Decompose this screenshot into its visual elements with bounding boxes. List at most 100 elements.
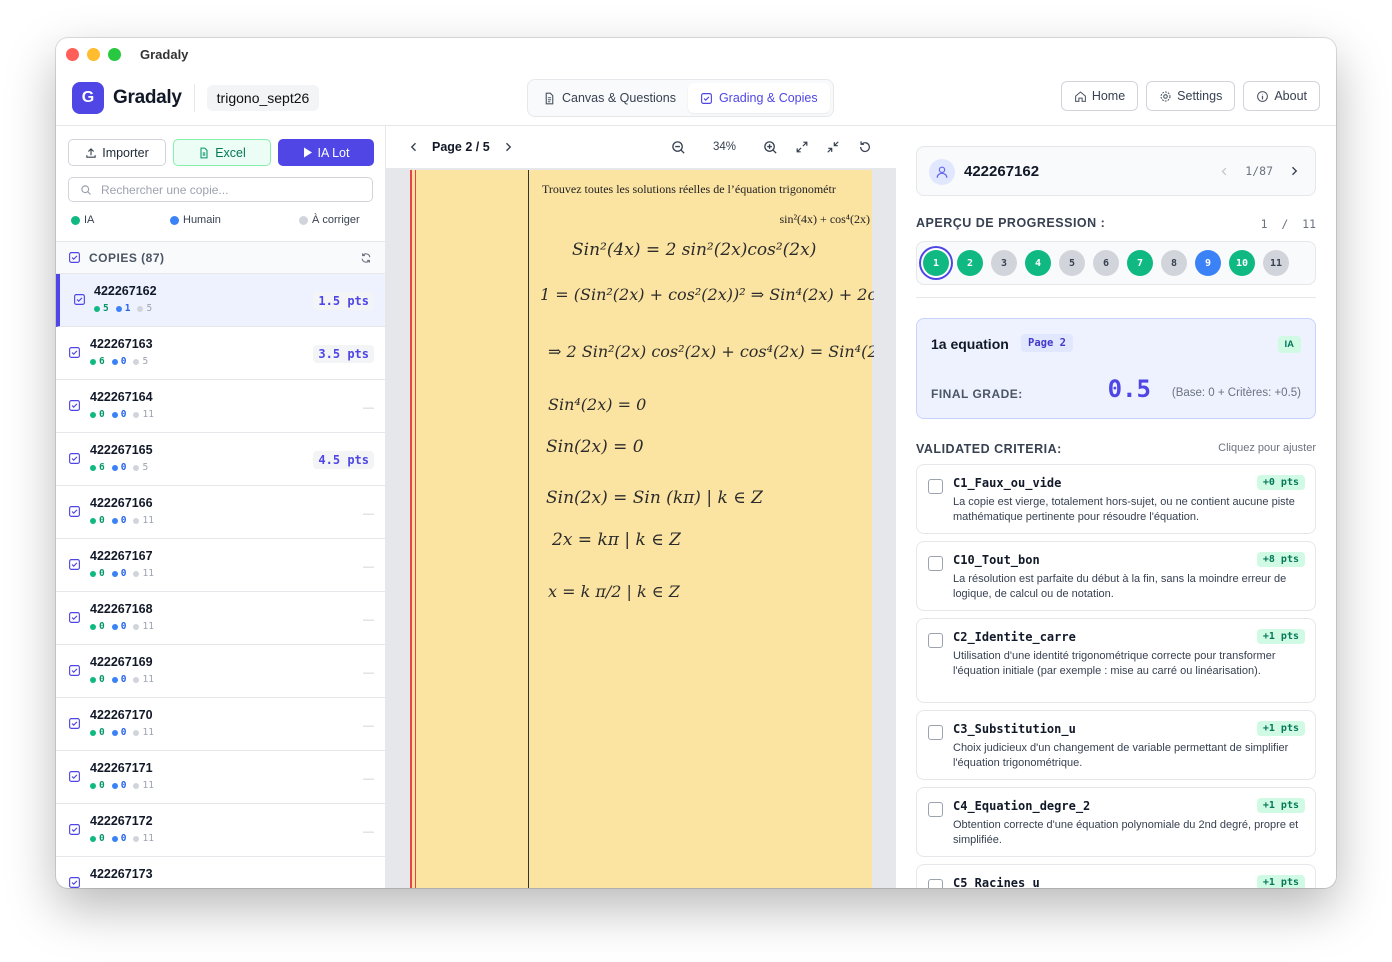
ia-count-dot-icon xyxy=(90,676,96,683)
maximize-window-button[interactable] xyxy=(108,47,121,61)
criterion-checkbox[interactable] xyxy=(928,879,943,888)
ia-lot-button[interactable]: IA Lot xyxy=(278,139,374,166)
tab-canvas-questions[interactable]: Canvas & Questions xyxy=(531,83,688,113)
question-circle[interactable]: 11 xyxy=(1263,250,1289,276)
human-count: 0 xyxy=(120,780,127,791)
zoom-out-icon[interactable] xyxy=(671,140,686,155)
copy-row[interactable]: 422267165 6 0 5 4.5 pts xyxy=(56,433,385,486)
copy-row[interactable]: 422267162 5 1 5 1.5 pts xyxy=(56,274,385,327)
criterion-description: Obtention correcte d'une équation polyno… xyxy=(953,819,1299,846)
scanned-copy-page: Trouvez toutes les solutions réelles de … xyxy=(410,170,874,888)
criterion-checkbox[interactable] xyxy=(928,725,943,740)
question-circle[interactable]: 8 xyxy=(1161,250,1187,276)
question-circle[interactable]: 10 xyxy=(1229,250,1255,276)
settings-button[interactable]: Settings xyxy=(1146,81,1236,111)
copy-row[interactable]: 422267166 0 0 11 — xyxy=(56,486,385,539)
tab-grading-copies-label: Grading & Copies xyxy=(718,91,818,105)
question-circle[interactable]: 3 xyxy=(991,250,1017,276)
criterion-description: Utilisation d'une identité trigonométriq… xyxy=(953,650,1276,677)
close-window-button[interactable] xyxy=(66,47,79,61)
copy-score-empty: — xyxy=(363,402,374,414)
criterion-checkbox[interactable] xyxy=(928,479,943,494)
question-circle[interactable]: 2 xyxy=(957,250,983,276)
criterion-card[interactable]: C1_Faux_ou_vide +0 pts La copie est vierge… xyxy=(916,464,1316,534)
margin-line xyxy=(415,170,416,888)
question-circle[interactable]: 6 xyxy=(1093,250,1119,276)
criterion-points: +1 pts xyxy=(1256,798,1305,813)
criterion-points: +1 pts xyxy=(1256,721,1305,736)
human-count-dot-icon xyxy=(115,305,122,312)
copy-row[interactable]: 422267167 0 0 11 — xyxy=(56,539,385,592)
zoom-in-icon[interactable] xyxy=(763,140,778,155)
criterion-card[interactable]: C5_Racines_u +1 pts xyxy=(916,864,1316,888)
project-name[interactable]: trigono_sept26 xyxy=(206,84,320,111)
criterion-checkbox[interactable] xyxy=(928,633,943,648)
expand-icon[interactable] xyxy=(795,140,809,154)
human-count-dot-icon xyxy=(111,676,118,683)
chevron-left-icon[interactable] xyxy=(1219,166,1230,177)
ia-count: 0 xyxy=(99,409,105,420)
human-count-dot-icon xyxy=(111,464,118,471)
refresh-icon[interactable] xyxy=(360,252,372,264)
question-circle[interactable]: 9 xyxy=(1195,250,1221,276)
copy-stats: 0 0 11 xyxy=(90,727,154,738)
criteria-hint: Cliquez pour ajuster xyxy=(1218,442,1316,454)
legend-ia: IA xyxy=(71,214,94,226)
copy-id: 422267172 xyxy=(90,814,153,828)
question-circle[interactable]: 4 xyxy=(1025,250,1051,276)
criterion-checkbox[interactable] xyxy=(928,556,943,571)
copy-row[interactable]: 422267168 0 0 11 — xyxy=(56,592,385,645)
todo-count-dot-icon xyxy=(133,729,140,736)
copy-row[interactable]: 422267163 6 0 5 3.5 pts xyxy=(56,327,385,380)
copy-row[interactable]: 422267164 0 0 11 — xyxy=(56,380,385,433)
ia-count: 0 xyxy=(99,621,105,632)
ia-count: 0 xyxy=(99,568,105,579)
criterion-card[interactable]: C2_Identite_carre +1 pts Utilisation d'une… xyxy=(916,618,1316,703)
ia-count-dot-icon xyxy=(90,570,96,577)
criterion-points: +1 pts xyxy=(1256,629,1305,644)
copy-row[interactable]: 422267169 0 0 11 — xyxy=(56,645,385,698)
search-placeholder: Rechercher une copie... xyxy=(101,182,229,197)
question-circle[interactable]: 5 xyxy=(1059,250,1085,276)
zoom-level: 34% xyxy=(713,141,737,153)
ia-status-dot-icon xyxy=(71,215,80,225)
tab-grading-copies[interactable]: Grading & Copies xyxy=(687,83,830,113)
minimize-window-button[interactable] xyxy=(87,47,100,61)
chevron-right-icon[interactable] xyxy=(1288,165,1300,177)
copy-status-icon xyxy=(68,664,81,682)
checkbox-icon xyxy=(69,824,80,835)
excel-button[interactable]: Excel xyxy=(173,139,271,166)
sidebar-actions: Importer Excel IA Lot xyxy=(68,139,374,166)
criterion-card[interactable]: C10_Tout_bon +8 pts La résolution est parf… xyxy=(916,541,1316,611)
import-button[interactable]: Importer xyxy=(68,139,166,166)
copy-row[interactable]: 422267170 0 0 11 — xyxy=(56,698,385,751)
todo-count-dot-icon xyxy=(133,676,140,683)
home-icon xyxy=(1074,90,1086,102)
question-equation: sin²(4x) + cos⁴(2x) xyxy=(779,212,870,226)
grading-panel: 422267162 1/87 APERÇU DE PROGRESSION : 1… xyxy=(896,126,1336,888)
search-input[interactable]: Rechercher une copie... xyxy=(68,177,373,202)
criterion-card[interactable]: C3_Substitution_u +1 pts Choix judicieux d… xyxy=(916,710,1316,780)
question-circle[interactable]: 7 xyxy=(1127,250,1153,276)
question-circle[interactable]: 1 xyxy=(923,250,949,276)
rotate-icon[interactable] xyxy=(858,140,872,154)
chevron-right-icon[interactable] xyxy=(502,141,514,153)
criterion-checkbox[interactable] xyxy=(928,802,943,817)
criterion-points: +1 pts xyxy=(1256,875,1305,888)
copy-score-empty: — xyxy=(363,667,374,679)
chevron-left-icon[interactable] xyxy=(408,141,420,153)
criterion-card[interactable]: C4_Equation_degre_2 +1 pts Obtention corre… xyxy=(916,787,1316,857)
copy-status-icon xyxy=(68,558,81,576)
tab-canvas-questions-label: Canvas & Questions xyxy=(562,91,676,105)
home-button[interactable]: Home xyxy=(1060,81,1139,111)
page-badge[interactable]: Page 2 xyxy=(1021,334,1073,352)
copy-status-icon xyxy=(68,823,81,841)
header-divider xyxy=(193,83,195,112)
student-card: 422267162 1/87 xyxy=(916,146,1316,196)
copy-id: 422267170 xyxy=(90,708,153,722)
copy-row[interactable]: 422267171 0 0 11 — xyxy=(56,751,385,804)
about-button[interactable]: About xyxy=(1243,81,1320,111)
copy-row[interactable]: 422267172 0 0 11 — xyxy=(56,804,385,857)
copy-row[interactable]: 422267173 xyxy=(56,857,385,888)
collapse-icon[interactable] xyxy=(826,140,840,154)
